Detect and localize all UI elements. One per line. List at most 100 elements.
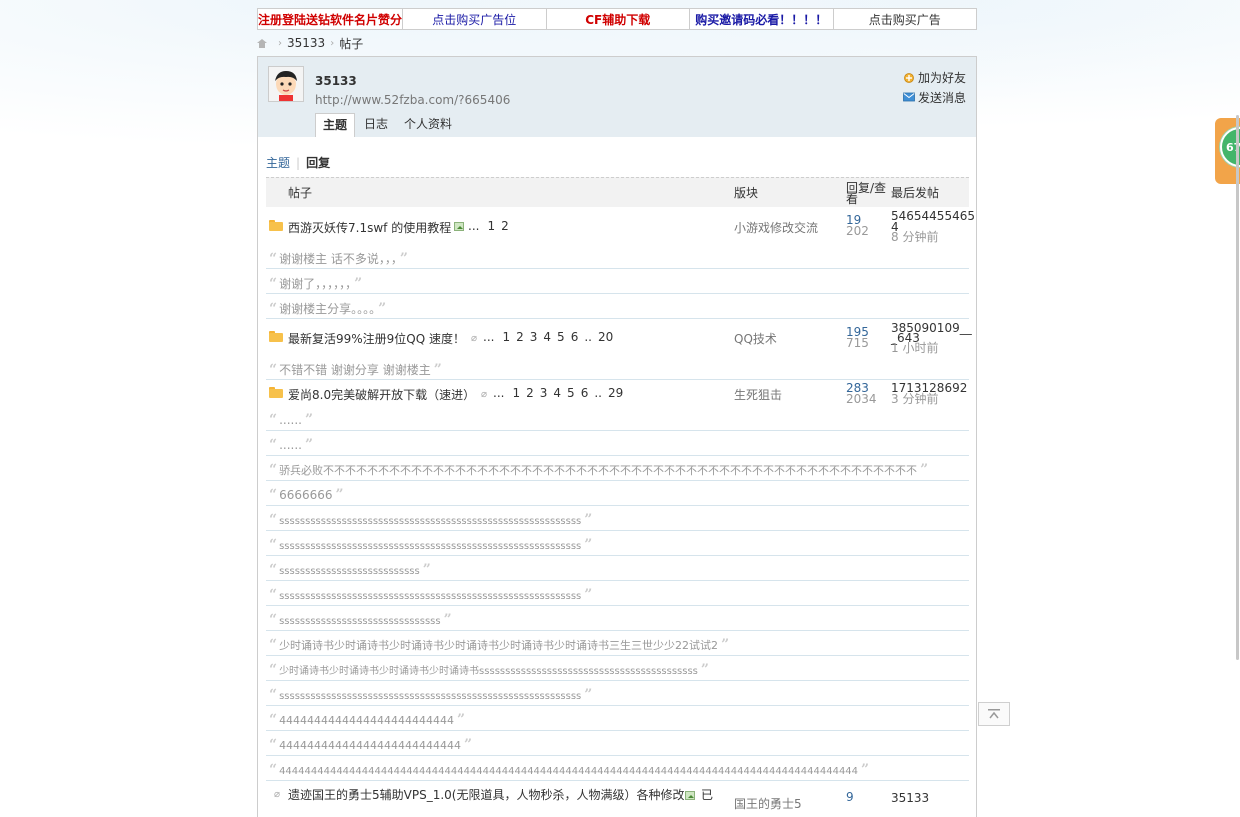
reply-quote-text[interactable]: ssssssssssssssssssssssssssssssssssssssss… [279, 591, 581, 602]
profile-username: 35133 [315, 74, 357, 88]
reply-quote-text[interactable]: 骄兵必败不不不不不不不不不不不不不不不不不不不不不不不不不不不不不不不不不不不不… [279, 464, 917, 477]
reply-quote-row: “谢谢楼主 话不多说，，，” [266, 244, 969, 269]
reply-quote-row: “sssssssssssssssssssssssssssssssssssssss… [266, 681, 969, 706]
friend-icon [904, 72, 914, 83]
reply-quote-text[interactable]: 少时诵诗书少时诵诗书少时诵诗书少时诵诗书ssssssssssssssssssss… [279, 666, 698, 677]
topic-title[interactable]: 最新复活99%注册9位QQ 速度！ [288, 330, 465, 347]
ad-link-5[interactable]: 点击购买广告 [834, 9, 977, 29]
attachment-icon: ⌀ [471, 333, 478, 344]
reply-quote-row: “sssssssssssssssssssssssssssssssssssssss… [266, 531, 969, 556]
back-to-top-icon [988, 709, 1000, 719]
page-link[interactable]: 5 [567, 386, 575, 400]
reply-quote-text[interactable]: 4444444444444444444444444 [279, 714, 454, 727]
avatar[interactable] [268, 66, 304, 102]
tab-topics[interactable]: 主题 [315, 113, 356, 138]
reply-quote-row: “......” [266, 431, 969, 456]
table-header: 帖子 版块 回复/查看 最后发帖 [266, 177, 969, 207]
attachment-icon: ⌀ [481, 389, 488, 400]
reply-quote-text[interactable]: ...... [279, 413, 302, 427]
tab-blog[interactable]: 日志 [357, 113, 395, 136]
profile-header: 35133 http://www.52fzba.com/?665406 加为好友… [257, 56, 977, 138]
home-icon[interactable] [257, 38, 267, 48]
page-link[interactable]: 5 [557, 330, 565, 344]
reply-quote-row: “少时诵诗书少时诵诗书少时诵诗书少时诵诗书少时诵诗书少时诵诗书三生三世少少22试… [266, 631, 969, 656]
page-link[interactable]: 6 [571, 330, 579, 344]
page-scrollbar[interactable] [1236, 115, 1239, 660]
page-link[interactable]: 3 [540, 386, 548, 400]
reply-quote-row: “sssssssssssssssssssssssssss” [266, 556, 969, 581]
reply-quote-row: “4444444444444444444444444” [266, 706, 969, 731]
reply-quote-row: “......” [266, 406, 969, 431]
topic-last-user[interactable]: 35133 [891, 792, 929, 804]
profile-url[interactable]: http://www.52fzba.com/?665406 [315, 93, 510, 107]
reply-quote-text[interactable]: sssssssssssssssssssssssssssssss [279, 616, 441, 627]
reply-quote-text[interactable]: ssssssssssssssssssssssssssssssssssssssss… [279, 516, 581, 527]
reply-quote-text[interactable]: sssssssssssssssssssssssssss [279, 566, 420, 577]
page-link[interactable]: 3 [530, 330, 538, 344]
reply-quote-text[interactable]: 少时诵诗书少时诵诗书少时诵诗书少时诵诗书少时诵诗书少时诵诗书三生三世少少22试试… [279, 639, 718, 652]
reply-quote-text[interactable]: ssssssssssssssssssssssssssssssssssssssss… [279, 541, 581, 552]
reply-quote-text[interactable]: 谢谢楼主 话不多说，，， [279, 252, 397, 266]
topic-forum[interactable]: 生死狙击 [734, 386, 782, 403]
page-link[interactable]: 1 [502, 330, 510, 344]
page-link[interactable]: 2 [516, 330, 524, 344]
reply-quote-row: “44444444444444444444444444” [266, 731, 969, 756]
page-link[interactable]: 1 [487, 219, 495, 233]
add-friend-button[interactable]: 加为好友 [903, 67, 966, 87]
attachment-icon: ⌀ [274, 789, 281, 800]
breadcrumb-user[interactable]: 35133 [287, 36, 325, 50]
folder-icon [269, 387, 283, 398]
topic-title[interactable]: 西游灭妖传7.1swf 的使用教程 [288, 219, 451, 236]
ad-link-1[interactable]: 注册登陆送钻软件名片赞分 [258, 9, 404, 29]
ad-link-3[interactable]: CF辅助下载 [547, 9, 691, 29]
subnav-topics-link[interactable]: 主题 [266, 154, 290, 171]
reply-quote-text[interactable]: 不错不错 谢谢分享 谢谢楼主 [279, 363, 431, 377]
topic-forum[interactable]: QQ技术 [734, 330, 777, 347]
page-link[interactable]: 29 [608, 386, 623, 400]
topic-title[interactable]: 爱尚8.0完美破解开放下载（速进） [288, 386, 475, 403]
page-link[interactable]: 6 [581, 386, 589, 400]
topic-views: 202 [846, 224, 869, 238]
topic-last-time: 1 小时前 [891, 341, 939, 355]
main-content: 主题 | 回复 帖子 版块 回复/查看 最后发帖 西游灭妖传7.1swf 的使用… [257, 137, 977, 817]
reply-quote-text[interactable]: 4444444444444444444444444444444444444444… [279, 766, 858, 777]
topic-last-time: 3 分钟前 [891, 392, 939, 406]
ad-link-4[interactable]: 购买邀请码必看！！！！ [690, 9, 834, 29]
reply-quote-row: “不错不错 谢谢分享 谢谢楼主” [266, 355, 969, 380]
topic-views: 715 [846, 336, 869, 350]
folder-icon [269, 331, 283, 342]
sub-nav: 主题 | 回复 [266, 154, 330, 171]
topic-title[interactable]: 遗迹国王的勇士5辅助VPS_1.0(无限道具，人物秒杀，人物满级）各种修改 [288, 786, 684, 803]
reply-quote-row: “sssssssssssssssssssssssssssssss” [266, 606, 969, 631]
topic-pages: ... 1 2 [451, 219, 515, 233]
page-link[interactable]: 20 [598, 330, 613, 344]
reply-quote-text[interactable]: 谢谢楼主分享。。。。 [279, 302, 375, 316]
topic-forum[interactable]: 国王的勇士5 [734, 795, 802, 812]
topic-forum[interactable]: 小游戏修改交流 [734, 219, 818, 236]
reply-quote-text[interactable]: 44444444444444444444444444 [279, 739, 461, 752]
back-to-top-button[interactable] [978, 702, 1010, 726]
message-icon [903, 92, 915, 102]
reply-quote-text[interactable]: 谢谢了，，，，，， [279, 277, 351, 291]
header-last-post: 最后发帖 [891, 186, 940, 200]
reply-quote-text[interactable]: ssssssssssssssssssssssssssssssssssssssss… [279, 691, 581, 702]
subnav-divider: | [296, 155, 301, 170]
reply-quote-text[interactable]: ...... [279, 438, 302, 452]
page-link[interactable]: 2 [501, 219, 509, 233]
pages-prefix: ... [483, 330, 495, 344]
pages-prefix: 已 [701, 788, 714, 802]
page-link[interactable]: 4 [553, 386, 561, 400]
ad-link-2[interactable]: 点击购买广告位 [403, 9, 547, 29]
reply-quote-text[interactable]: 6666666 [279, 488, 332, 502]
tab-profile-info[interactable]: 个人资料 [397, 113, 459, 136]
send-message-button[interactable]: 发送消息 [903, 87, 966, 107]
topic-row: 西游灭妖传7.1swf 的使用教程 ... 1 2 小游戏修改交流 19 202 5… [266, 207, 975, 243]
page-link[interactable]: 4 [543, 330, 551, 344]
profile-tabs: 主题 日志 个人资料 [315, 113, 461, 138]
page-link[interactable]: 2 [526, 386, 534, 400]
topic-pages: ⌀... 1 2 3 4 5 6.. 20 [466, 330, 619, 344]
topic-last-user[interactable]: 54654455465 [891, 210, 975, 222]
subnav-replies-link[interactable]: 回复 [306, 154, 330, 171]
topic-row: 爱尚8.0完美破解开放下载（速进） ⌀... 1 2 3 4 5 6.. 29 生死狙击 28… [266, 380, 969, 406]
page-link[interactable]: 1 [512, 386, 520, 400]
